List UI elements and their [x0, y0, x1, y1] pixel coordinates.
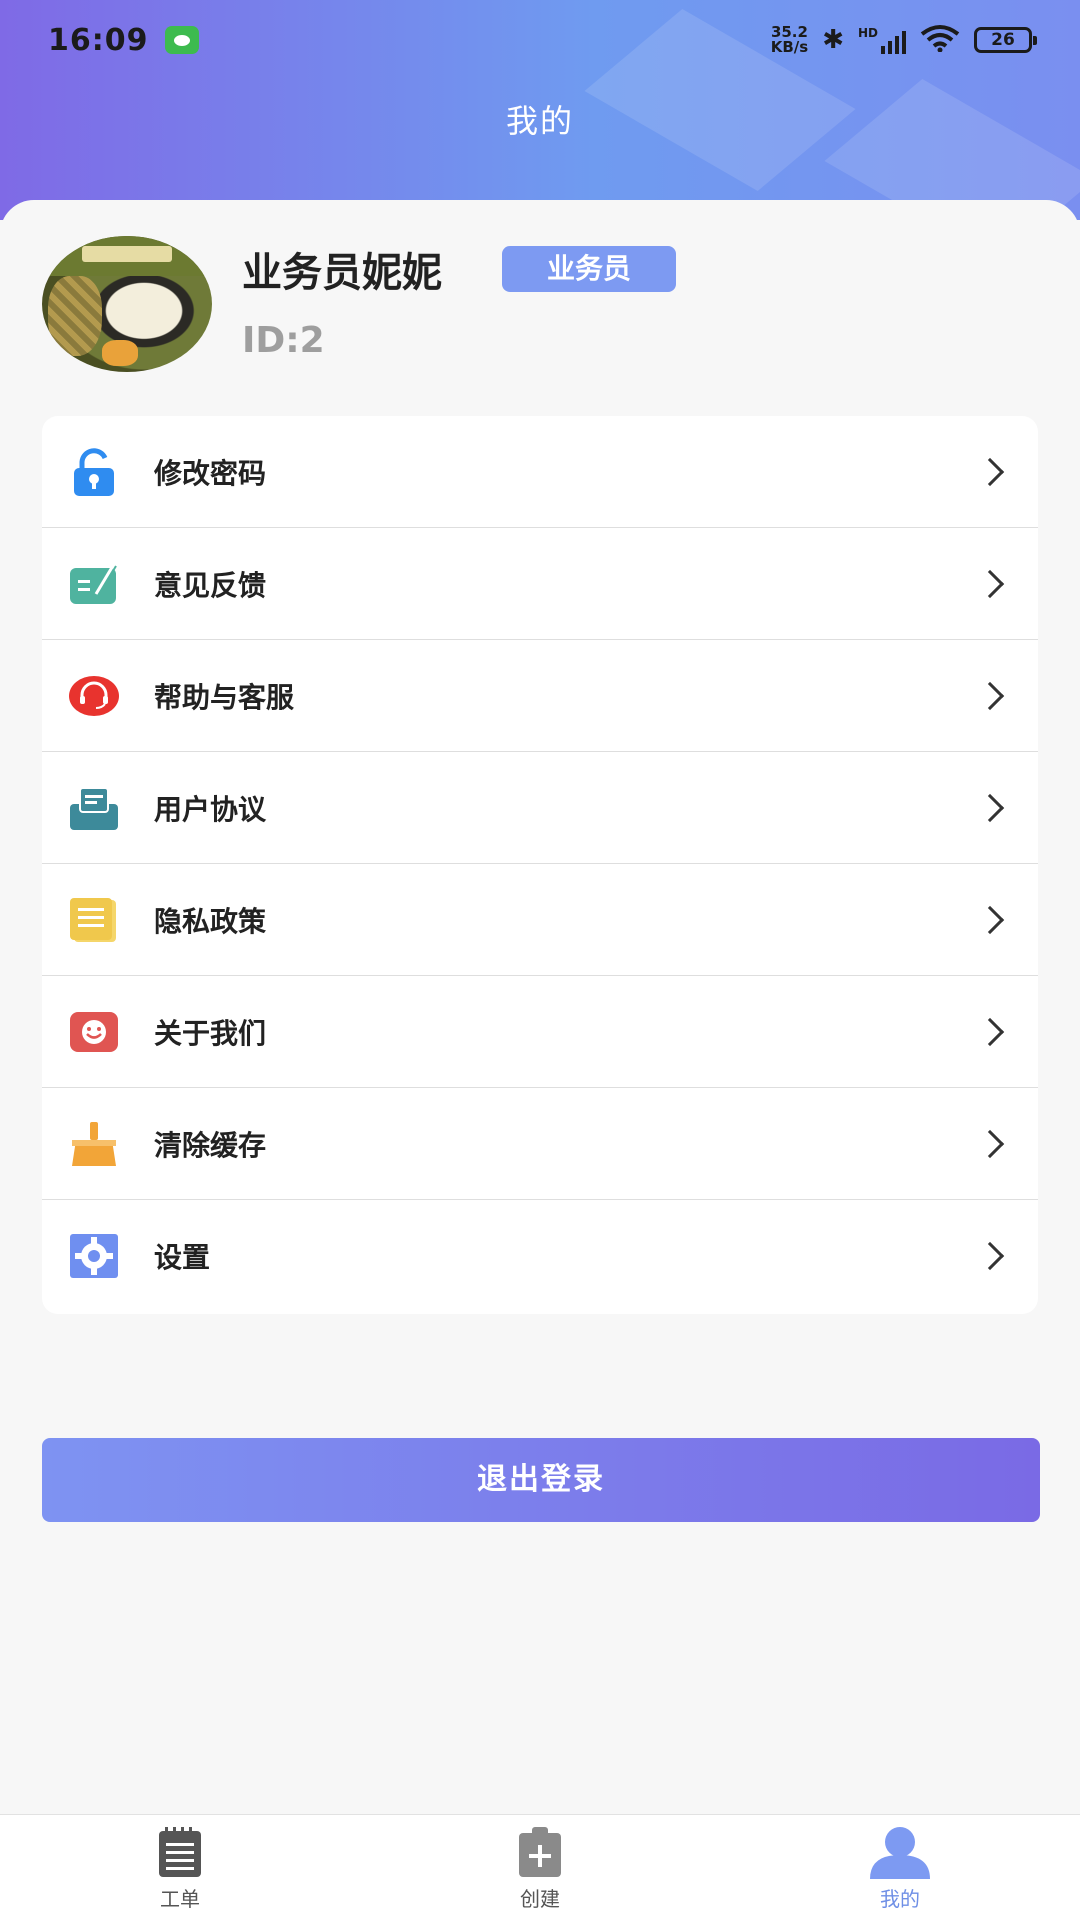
gear-icon [68, 1232, 120, 1280]
feedback-icon [68, 560, 120, 608]
chevron-right-icon [975, 457, 1005, 486]
status-icons: 35.2 KB/s ✱ HD 26 [770, 23, 1037, 56]
logout-button[interactable]: 退出登录 [42, 1438, 1040, 1522]
menu-item-clear-cache[interactable]: 清除缓存 [42, 1088, 1038, 1200]
menu-list: 修改密码 意见反馈 帮助与客服 用户协议 隐私政策 关于我们 清除缓存 设置 [42, 416, 1038, 1314]
menu-item-about-us[interactable]: 关于我们 [42, 976, 1038, 1088]
notepad-icon [155, 1825, 205, 1879]
nav-item-work-orders[interactable]: 工单 [0, 1815, 360, 1920]
document-icon [68, 896, 120, 944]
nav-label: 创建 [520, 1887, 560, 1911]
chevron-right-icon [975, 569, 1005, 598]
headset-icon [68, 672, 120, 720]
user-icon [868, 1825, 932, 1879]
wifi-icon [920, 24, 960, 56]
nav-label: 工单 [160, 1887, 200, 1911]
menu-item-user-agreement[interactable]: 用户协议 [42, 752, 1038, 864]
nav-item-mine[interactable]: 我的 [720, 1815, 1080, 1920]
menu-item-label: 修改密码 [154, 456, 267, 490]
chevron-right-icon [975, 793, 1005, 822]
menu-item-feedback[interactable]: 意见反馈 [42, 528, 1038, 640]
menu-item-label: 意见反馈 [154, 568, 267, 602]
menu-item-label: 清除缓存 [154, 1128, 267, 1162]
menu-item-label: 设置 [154, 1241, 211, 1274]
nav-label: 我的 [880, 1887, 920, 1911]
wechat-icon [164, 26, 199, 54]
signal-icon: HD [858, 26, 906, 54]
menu-item-label: 隐私政策 [154, 904, 267, 938]
clipboard-plus-icon [515, 1825, 565, 1879]
menu-item-help[interactable]: 帮助与客服 [42, 640, 1038, 752]
menu-item-label: 用户协议 [154, 792, 267, 826]
status-bar: 16:09 35.2 KB/s ✱ HD 26 [0, 0, 1080, 80]
menu-item-privacy-policy[interactable]: 隐私政策 [42, 864, 1038, 976]
unlock-icon [68, 447, 120, 496]
chevron-right-icon [975, 1241, 1005, 1271]
user-name: 业务员妮妮 [242, 250, 442, 296]
page-title: 我的 [505, 102, 574, 140]
menu-item-label: 帮助与客服 [154, 680, 295, 714]
chevron-right-icon [975, 1129, 1005, 1158]
network-speed: 35.2 KB/s [770, 23, 809, 56]
user-id: ID:2 [242, 320, 325, 361]
avatar[interactable] [42, 236, 212, 372]
broom-icon [68, 1120, 120, 1168]
chevron-right-icon [975, 1017, 1005, 1046]
nav-item-create[interactable]: 创建 [360, 1815, 720, 1920]
battery-indicator: 26 [974, 27, 1037, 53]
menu-item-change-password[interactable]: 修改密码 [42, 416, 1038, 528]
menu-item-settings[interactable]: 设置 [42, 1200, 1038, 1312]
chevron-right-icon [975, 905, 1005, 934]
role-badge: 业务员 [502, 246, 676, 292]
smile-icon [68, 1008, 120, 1056]
agreement-icon [68, 784, 120, 832]
bluetooth-icon: ✱ [822, 25, 844, 55]
menu-item-label: 关于我们 [154, 1016, 267, 1050]
chevron-right-icon [975, 681, 1005, 710]
status-time: 16:09 [48, 22, 149, 58]
bottom-nav: 工单 创建 我的 [0, 1814, 1080, 1920]
